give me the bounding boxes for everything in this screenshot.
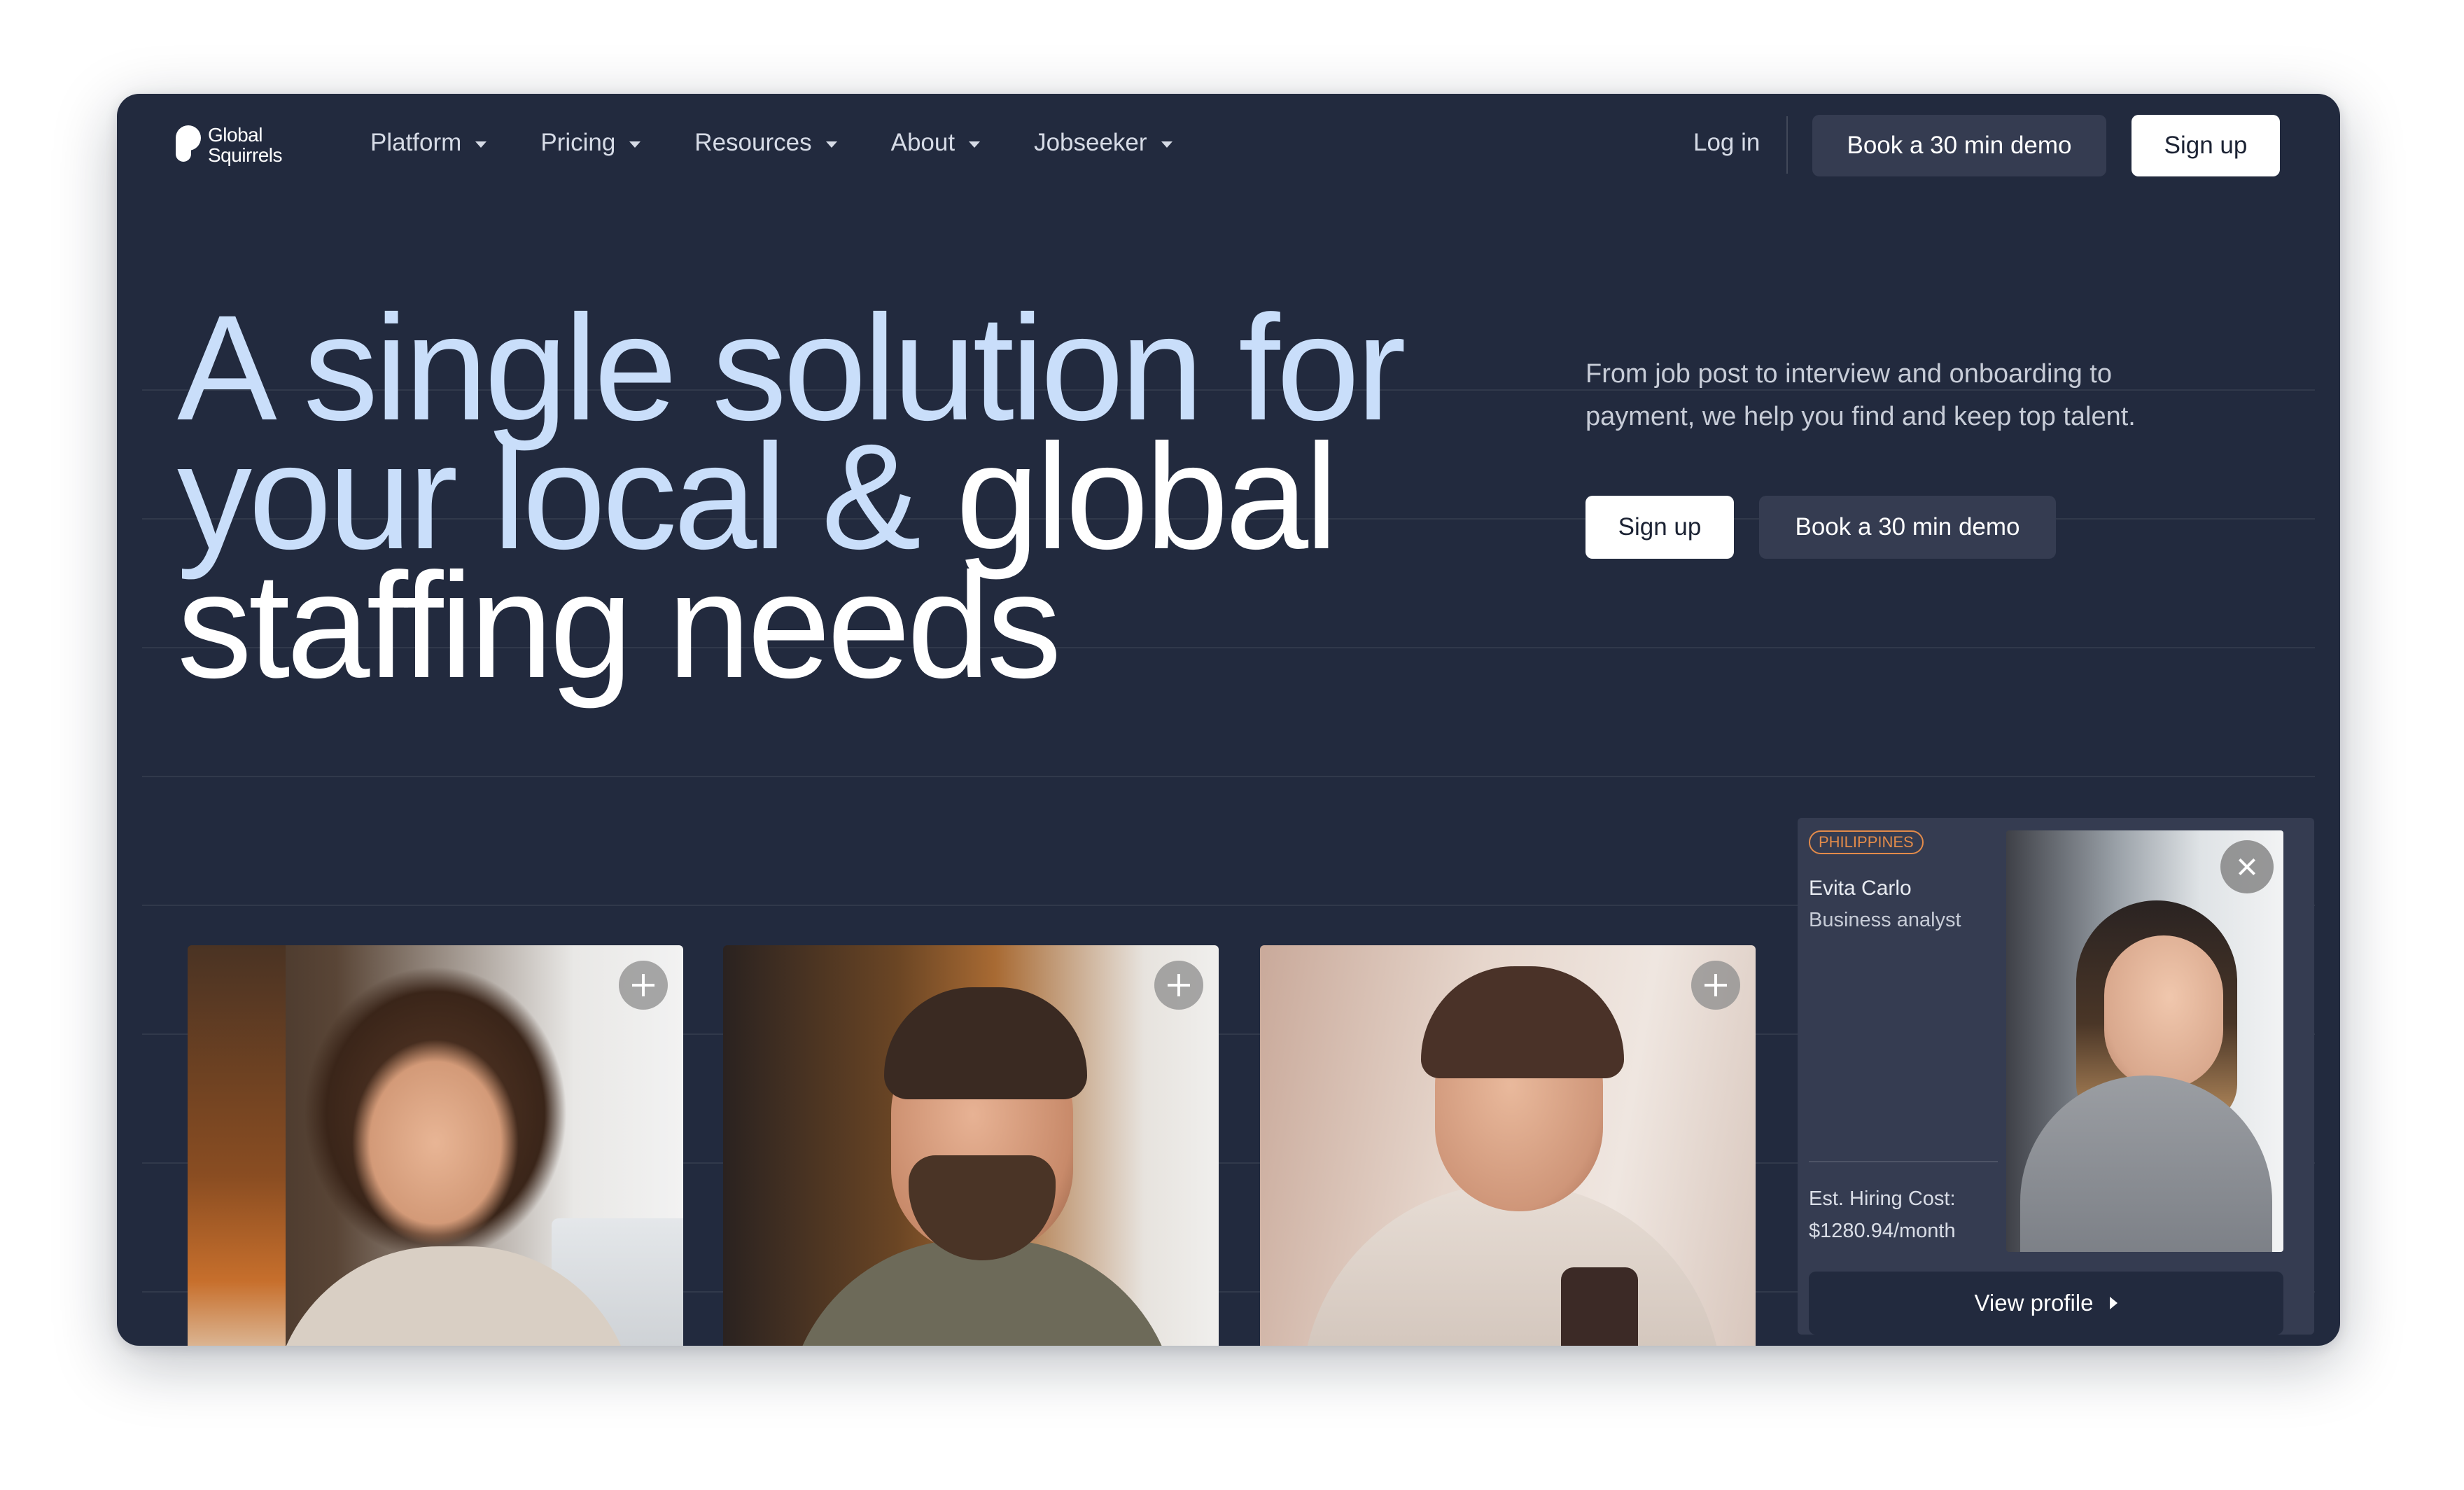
profile-photo [2006,830,2283,1252]
squirrel-logo-icon [176,125,201,165]
signup-button[interactable]: Sign up [2132,115,2280,176]
main-menu: Platform Pricing Resources About Jobseek… [370,94,1226,192]
close-icon[interactable] [2220,840,2274,893]
profile-card: PHILIPPINES Evita Carlo Business analyst… [1798,818,2314,1335]
hiring-cost-label: Est. Hiring Cost: [1809,1188,1956,1210]
view-profile-label: View profile [1974,1290,2094,1316]
plus-icon[interactable] [1691,961,1740,1010]
photo-blazer [2020,1075,2272,1252]
menu-label: Platform [370,129,462,156]
profile-divider [1809,1161,1998,1162]
view-profile-button[interactable]: View profile [1809,1272,2283,1335]
country-badge: PHILIPPINES [1809,830,1924,854]
caret-right-icon [2110,1297,2118,1309]
hero-description: From job post to interview and onboardin… [1586,359,2136,431]
menu-item-about[interactable]: About [890,129,981,157]
plus-icon[interactable] [1154,961,1203,1010]
guide-line [142,776,2315,777]
plus-icon[interactable] [619,961,668,1010]
hiring-cost-value: $1280.94/month [1809,1220,1956,1242]
photo-phone [1561,1267,1638,1346]
menu-item-jobseeker[interactable]: Jobseeker [1034,129,1172,157]
caret-down-icon [1161,141,1172,148]
menu-label: Pricing [540,129,616,156]
browser-page: Global Squirrels Platform Pricing Resour… [117,94,2340,1346]
photo-hair [884,987,1087,1099]
menu-item-pricing[interactable]: Pricing [540,129,641,157]
hero-signup-button[interactable]: Sign up [1586,496,1734,559]
nav-divider [1786,116,1788,174]
caret-down-icon [825,141,837,148]
profile-role: Business analyst [1809,909,1961,931]
menu-label: Jobseeker [1034,129,1147,156]
top-navigation: Global Squirrels Platform Pricing Resour… [117,94,2340,192]
caret-down-icon [629,141,641,148]
talent-card-1[interactable] [188,945,683,1346]
menu-label: Resources [694,129,812,156]
book-demo-button[interactable]: Book a 30 min demo [1812,115,2106,176]
caret-down-icon [969,141,981,148]
photo-background [188,945,286,1346]
talent-card-3[interactable] [1260,945,1756,1346]
brand-logo[interactable]: Global Squirrels [176,125,282,165]
caret-down-icon [475,141,487,148]
menu-item-platform[interactable]: Platform [370,129,487,157]
login-link[interactable]: Log in [1693,94,1760,192]
brand-name: Global Squirrels [208,124,282,166]
photo-face [2104,935,2223,1089]
talent-card-2[interactable] [723,945,1219,1346]
menu-item-resources[interactable]: Resources [694,129,837,157]
profile-name: Evita Carlo [1809,877,1912,900]
photo-hair [1421,966,1624,1078]
menu-label: About [890,129,955,156]
hero-headline: A single solution for your local & globa… [177,293,1577,701]
hero-book-demo-button[interactable]: Book a 30 min demo [1759,496,2056,559]
